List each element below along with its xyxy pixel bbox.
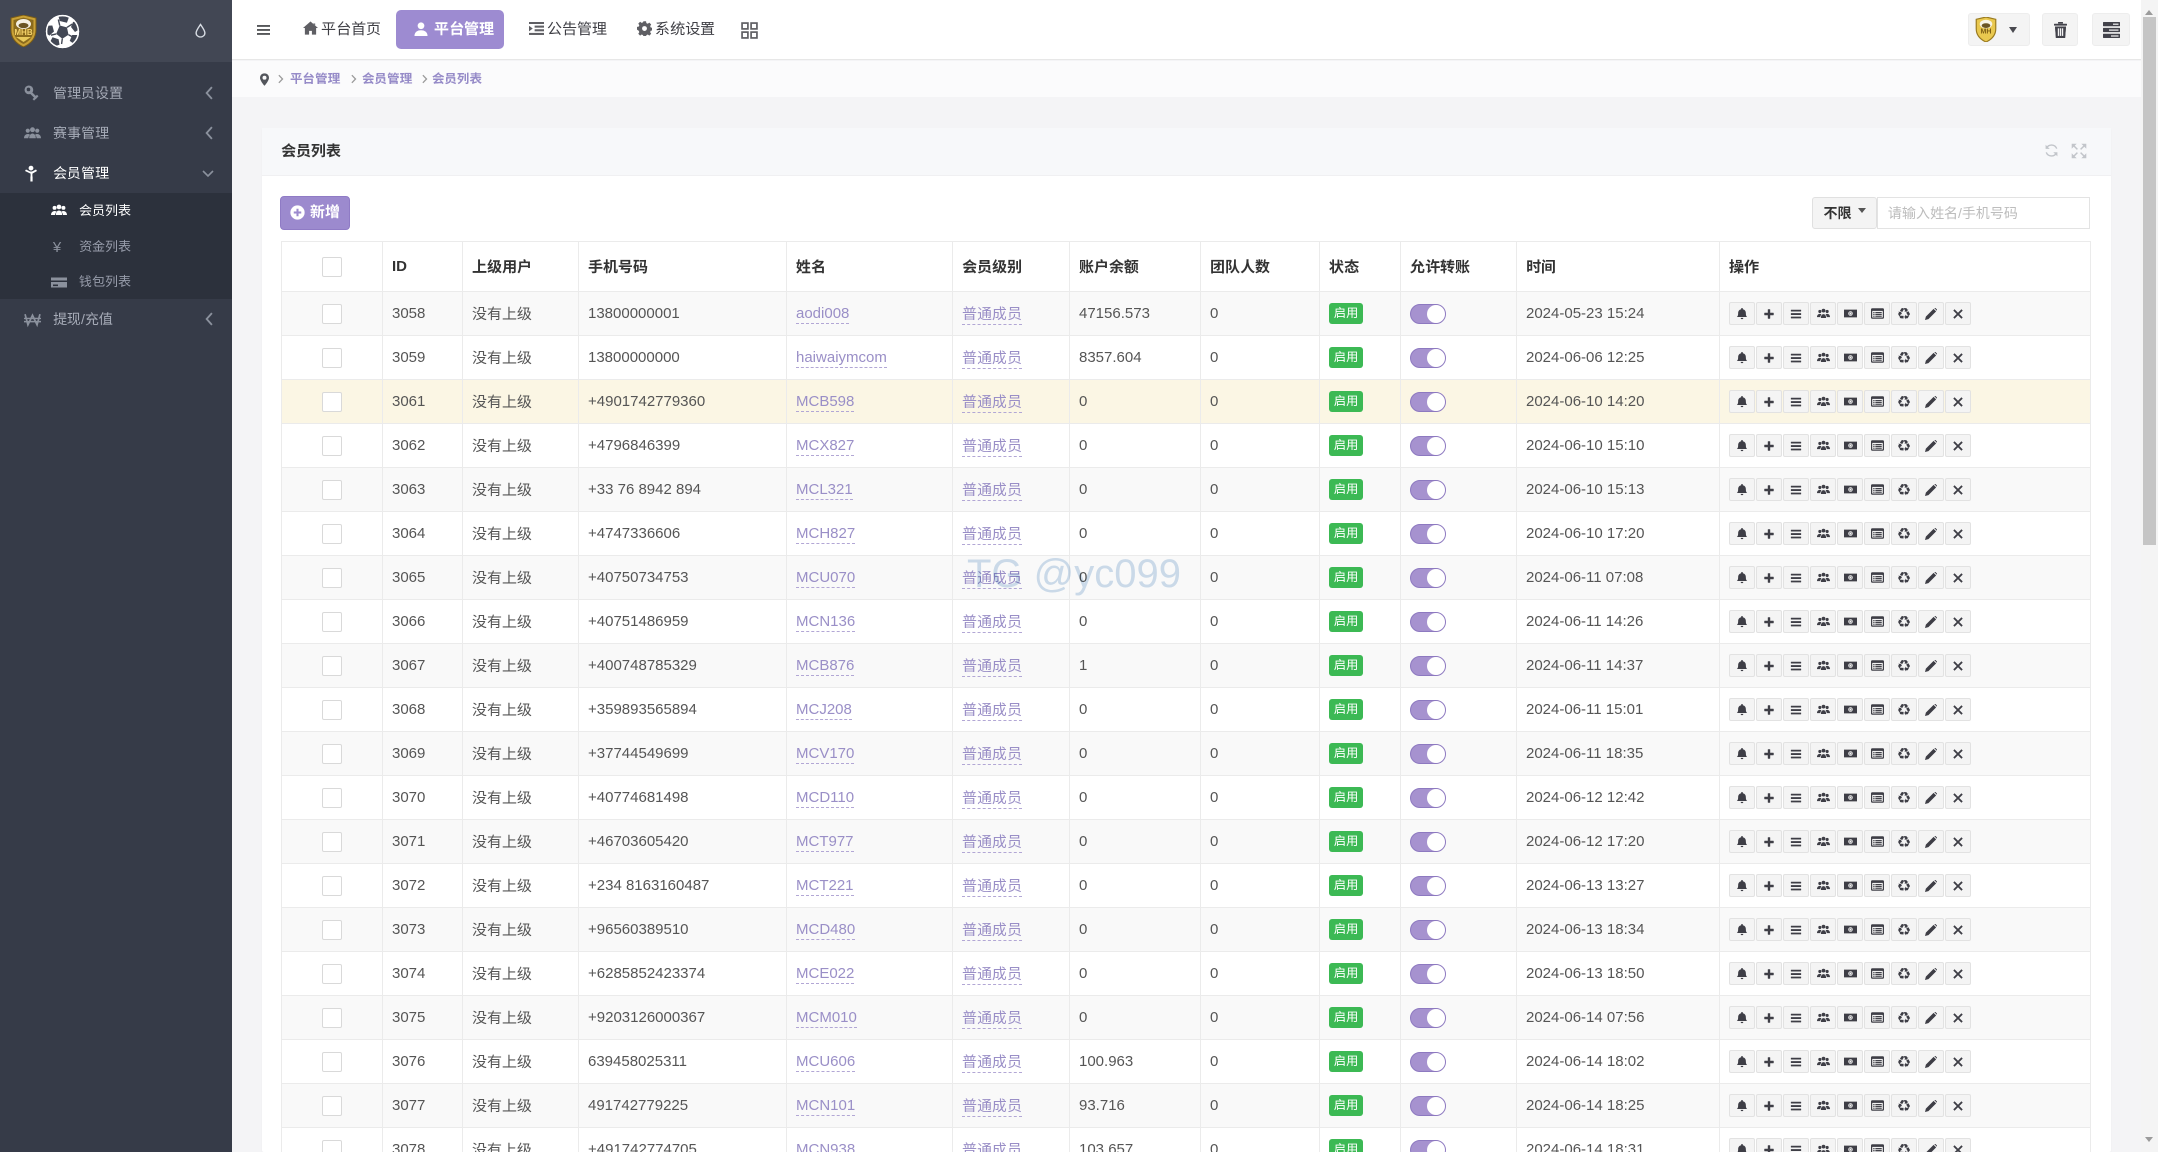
svg-text:MHB: MHB xyxy=(14,28,32,37)
svg-text:MH: MH xyxy=(1981,28,1992,35)
